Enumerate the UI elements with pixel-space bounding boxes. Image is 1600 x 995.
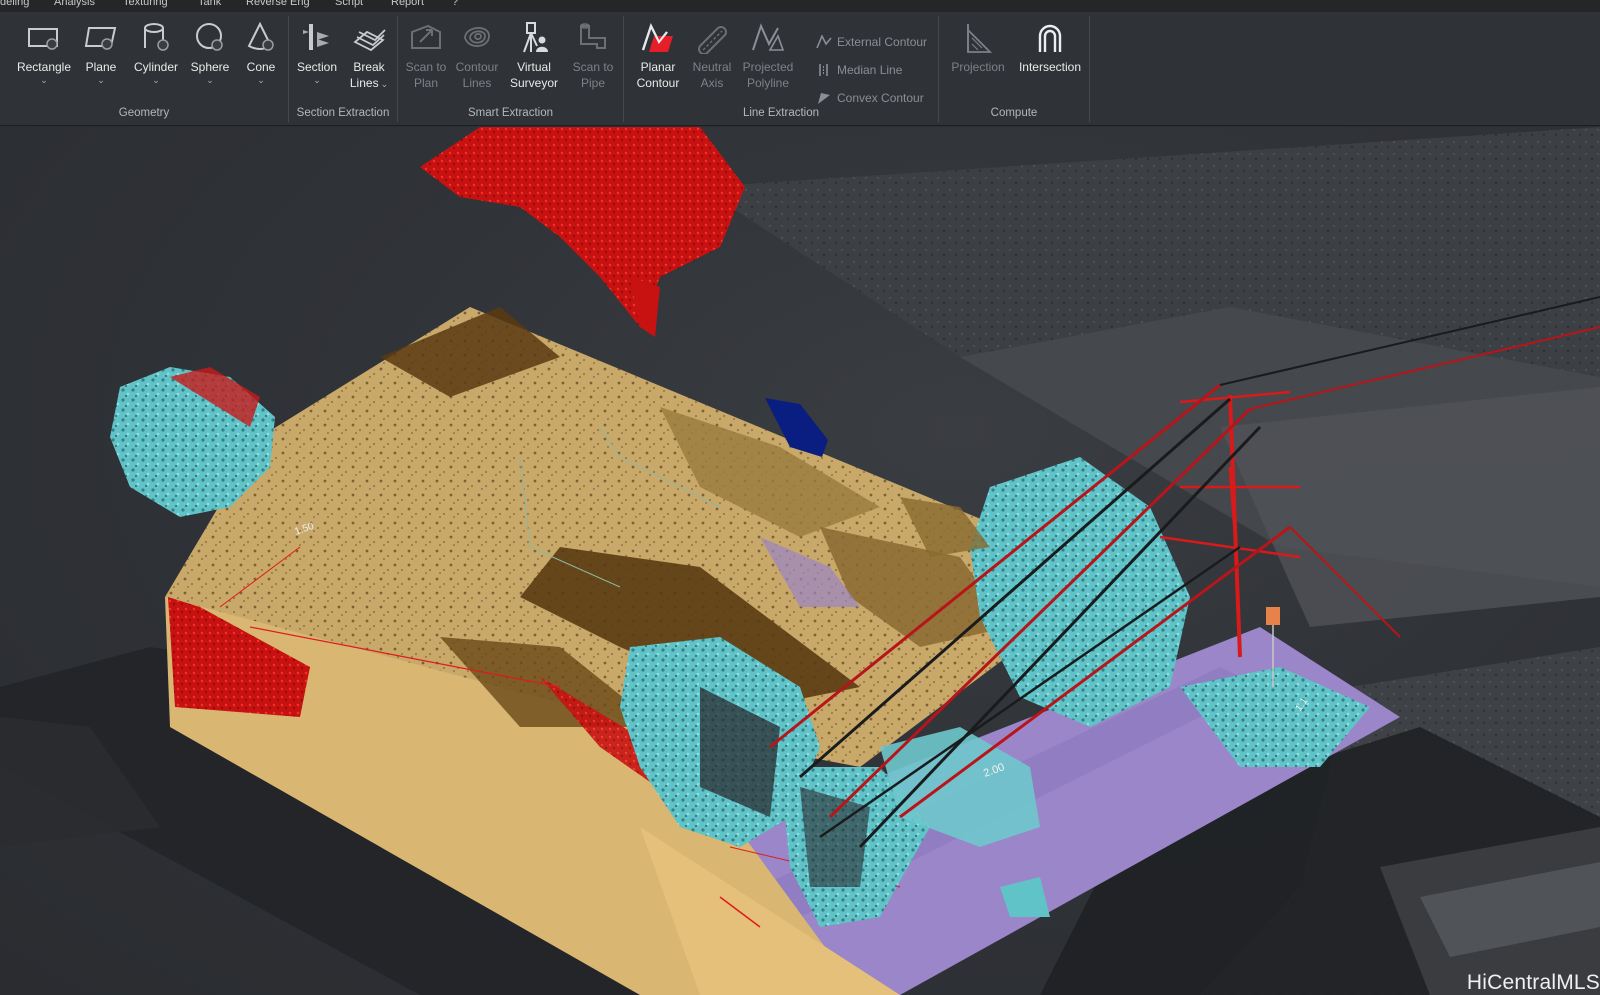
- convex-contour-label: Convex Contour: [837, 91, 924, 105]
- external-contour-label: External Contour: [837, 35, 928, 49]
- menu-analysis[interactable]: Analysis: [54, 0, 95, 8]
- section-label: Section: [296, 60, 338, 74]
- contour-lines-label: Contour Lines: [455, 60, 499, 90]
- menu-bar: deling Analysis Texturing Tank Reverse E…: [0, 0, 1600, 12]
- menu-report[interactable]: Report: [391, 0, 424, 8]
- intersection-label: Intersection: [1018, 60, 1082, 74]
- menu-tank[interactable]: Tank: [198, 0, 221, 8]
- cone-icon: [247, 22, 274, 51]
- cylinder-icon: [144, 23, 169, 51]
- projected-polyline-icon: [752, 23, 785, 51]
- chevron-down-icon[interactable]: ⌄: [293, 76, 341, 85]
- scan-to-pipe-label: Scan to Pipe: [572, 60, 614, 90]
- scan-to-plan-label: Scan to Plan: [405, 60, 447, 90]
- menu-reverse-eng[interactable]: Reverse Eng: [246, 0, 310, 8]
- neutral-axis-icon: [698, 26, 727, 54]
- projection-icon: [967, 24, 993, 53]
- section-button[interactable]: Section ⌄: [293, 22, 341, 85]
- scan-to-pipe-icon: [580, 23, 606, 49]
- virtual-surveyor-icon: [523, 22, 548, 53]
- break-lines-button[interactable]: Break Lines ⌄: [343, 22, 395, 92]
- section-icon: [303, 24, 329, 50]
- planar-contour-label: Planar Contour: [636, 60, 680, 90]
- cylinder-label: Cylinder: [133, 60, 178, 74]
- chevron-down-icon[interactable]: ⌄: [128, 76, 184, 85]
- group-label-smart-extraction: Smart Extraction: [468, 107, 553, 119]
- scan-to-plan-button[interactable]: Scan to Plan: [402, 22, 450, 91]
- projection-button[interactable]: Projection: [947, 22, 1009, 75]
- median-line-button[interactable]: Median Line: [816, 61, 902, 79]
- group-smart-extraction: Scan to Plan Contour Lines Virtual Surveyor: [398, 12, 623, 126]
- watermark: HiCentralMLS: [1466, 971, 1600, 994]
- menu-help[interactable]: ?: [452, 0, 458, 8]
- break-lines-icon: [353, 29, 386, 52]
- median-line-label: Median Line: [837, 63, 903, 77]
- chevron-down-icon[interactable]: ⌄: [14, 76, 74, 85]
- external-contour-icon: [816, 35, 832, 49]
- projected-polyline-label: Projected Polyline: [742, 60, 794, 90]
- scan-to-plan-icon: [411, 24, 441, 49]
- plane-label: Plane: [85, 60, 117, 74]
- plane-icon: [84, 27, 117, 50]
- projected-polyline-button[interactable]: Projected Polyline: [738, 22, 798, 91]
- intersection-button[interactable]: Intersection: [1017, 22, 1083, 75]
- ribbon: Rectangle ⌄ Plane ⌄ Cylinder ⌄ Sphere ⌄ …: [0, 12, 1600, 126]
- contour-lines-button[interactable]: Contour Lines: [452, 22, 502, 91]
- plane-button[interactable]: Plane ⌄: [78, 22, 124, 85]
- menu-modeling[interactable]: deling: [0, 0, 29, 8]
- group-section-extraction: Section ⌄ Break Lines ⌄ Section Extraction: [289, 12, 397, 126]
- rectangle-button[interactable]: Rectangle ⌄: [14, 22, 74, 85]
- rectangle-icon: [28, 28, 58, 50]
- sphere-label: Sphere: [190, 60, 230, 74]
- chevron-down-icon[interactable]: ⌄: [381, 79, 389, 89]
- menu-texturing[interactable]: Texturing: [123, 0, 168, 8]
- planar-contour-icon: [641, 23, 673, 52]
- sphere-icon: [196, 23, 223, 51]
- group-label-geometry: Geometry: [118, 107, 170, 119]
- group-label-compute: Compute: [990, 107, 1038, 119]
- street-sign: [1266, 607, 1280, 625]
- sphere-button[interactable]: Sphere ⌄: [186, 22, 234, 85]
- group-compute: Projection Intersection Compute: [939, 12, 1089, 126]
- rectangle-label: Rectangle: [16, 60, 72, 74]
- convex-contour-icon: [818, 93, 830, 104]
- chevron-down-icon[interactable]: ⌄: [78, 76, 124, 85]
- group-geometry: Rectangle ⌄ Plane ⌄ Cylinder ⌄ Sphere ⌄ …: [0, 12, 288, 126]
- planar-contour-button[interactable]: Planar Contour: [630, 22, 686, 91]
- virtual-surveyor-label: Virtual Surveyor: [509, 60, 559, 90]
- median-line-icon: [819, 64, 828, 76]
- virtual-surveyor-button[interactable]: Virtual Surveyor: [504, 22, 564, 91]
- cylinder-button[interactable]: Cylinder ⌄: [128, 22, 184, 85]
- 3d-viewport[interactable]: 2.00 1.50 1.1 HiCentralMLS: [0, 127, 1600, 995]
- break-lines-label: Break Lines ⌄: [349, 60, 389, 90]
- cone-label: Cone: [246, 60, 276, 74]
- neutral-axis-label: Neutral Axis: [692, 60, 732, 90]
- cone-button[interactable]: Cone ⌄: [240, 22, 282, 85]
- neutral-axis-button[interactable]: Neutral Axis: [688, 22, 736, 91]
- external-contour-button[interactable]: External Contour: [816, 33, 927, 51]
- scan-to-pipe-button[interactable]: Scan to Pipe: [568, 22, 618, 91]
- group-divider: [1089, 16, 1090, 122]
- red-tree-canopy: [420, 127, 745, 337]
- projection-label: Projection: [951, 60, 1005, 74]
- chevron-down-icon[interactable]: ⌄: [186, 76, 234, 85]
- contour-lines-icon: [464, 27, 490, 47]
- menu-script[interactable]: Script: [335, 0, 363, 8]
- convex-contour-button[interactable]: Convex Contour: [816, 89, 924, 107]
- group-label-section-extraction: Section Extraction: [296, 107, 390, 119]
- chevron-down-icon[interactable]: ⌄: [240, 76, 282, 85]
- group-label-line-extraction: Line Extraction: [742, 107, 820, 119]
- point-cloud-scene[interactable]: 2.00 1.50 1.1: [0, 127, 1600, 995]
- intersection-icon: [1038, 24, 1062, 52]
